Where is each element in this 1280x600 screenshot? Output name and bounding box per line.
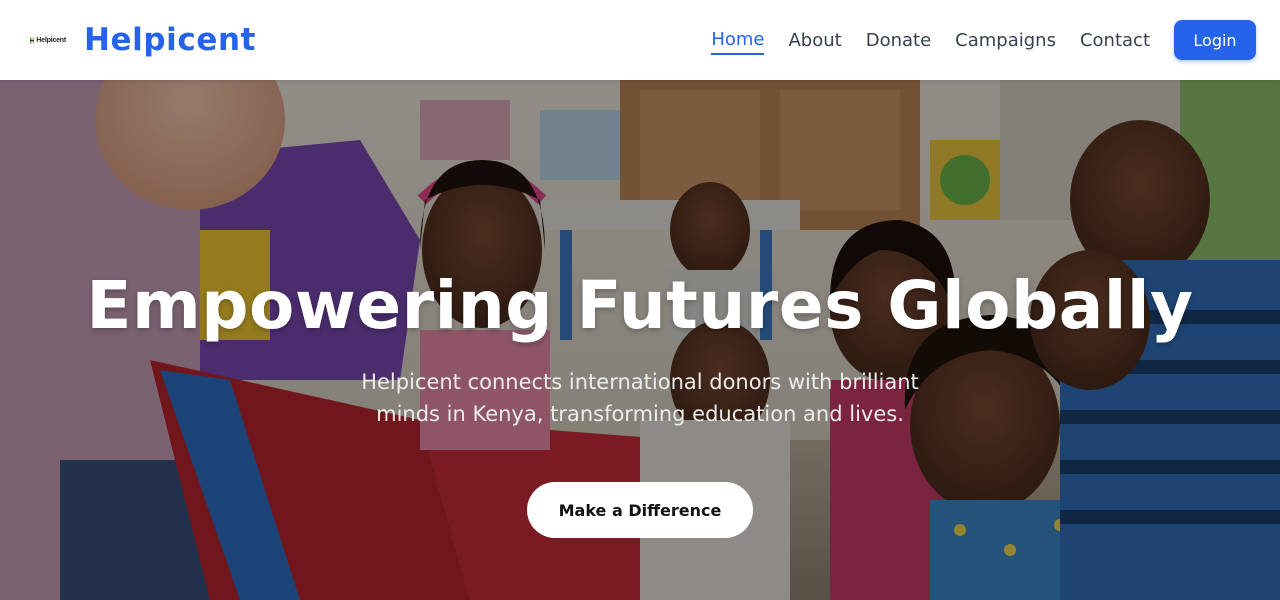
login-button[interactable]: Login (1174, 20, 1256, 60)
logo-text: Helpicent (36, 36, 66, 44)
nav-donate[interactable]: Donate (866, 26, 931, 54)
nav-about[interactable]: About (788, 26, 841, 54)
hero-title: Empowering Futures Globally (86, 267, 1194, 344)
hero-section: Empowering Futures Globally Helpicent co… (0, 80, 1280, 600)
brand[interactable]: Helpicent Helpicent (30, 22, 256, 58)
hero-subtitle: Helpicent connects international donors … (361, 370, 919, 426)
hero-content: Empowering Futures Globally Helpicent co… (0, 80, 1280, 600)
nav-home[interactable]: Home (711, 25, 765, 55)
logo-h-icon (30, 36, 35, 44)
make-a-difference-button[interactable]: Make a Difference (527, 482, 753, 538)
main-nav: Home About Donate Campaigns Contact (711, 25, 1150, 55)
brand-name[interactable]: Helpicent (84, 22, 256, 58)
nav-contact[interactable]: Contact (1080, 26, 1150, 54)
logo[interactable]: Helpicent (30, 33, 66, 47)
site-header: Helpicent Helpicent Home About Donate Ca… (0, 0, 1280, 80)
nav-campaigns[interactable]: Campaigns (955, 26, 1056, 54)
